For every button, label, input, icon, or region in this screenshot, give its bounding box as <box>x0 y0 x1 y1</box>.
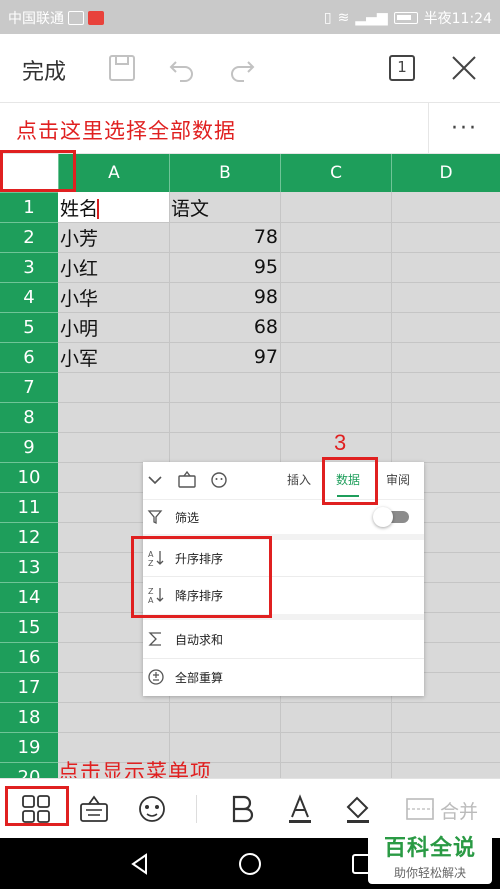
row-header[interactable]: 5 <box>0 312 58 342</box>
annotation-box-data-tab <box>322 457 378 505</box>
tab-insert[interactable]: 插入 <box>287 471 311 488</box>
cell-score[interactable]: 95 <box>169 252 280 282</box>
row-header[interactable]: 14 <box>0 582 58 612</box>
keyboard-icon[interactable] <box>78 793 110 825</box>
grid-line <box>58 732 500 733</box>
watermark-title: 百科全说 <box>383 836 476 861</box>
assistant-icon[interactable] <box>136 793 168 825</box>
top-toolbar: 完成 1 <box>0 34 500 102</box>
cell-score[interactable]: 98 <box>169 282 280 312</box>
row-header[interactable]: 11 <box>0 492 58 522</box>
sum-icon <box>148 632 161 646</box>
recalculate-icon <box>148 669 164 685</box>
merge-label[interactable]: 合并 <box>440 797 478 824</box>
grid-line <box>58 432 500 433</box>
weibo-icon <box>88 11 104 25</box>
menu-item-recalculate[interactable]: 全部重算 <box>143 659 424 696</box>
vibrate-icon: ▯ <box>323 10 332 26</box>
watermark-subtitle: 助你轻松解决 <box>393 866 466 880</box>
watermark-logo: 百科全说 助你轻松解决 <box>368 826 492 884</box>
assistant-icon[interactable] <box>209 470 229 490</box>
column-header-d[interactable]: D <box>391 154 500 192</box>
row-header[interactable]: 2 <box>0 222 58 252</box>
carrier-label: 中国联通 <box>8 11 64 27</box>
menu-item-filter[interactable]: 筛选 <box>143 500 424 534</box>
popup-tab-bar: 插入 数据 审阅 <box>143 462 424 500</box>
cell-a1-text[interactable]: 姓名 <box>58 192 169 222</box>
row-header[interactable]: 4 <box>0 282 58 312</box>
cell-name[interactable]: 小明 <box>58 312 169 342</box>
grid-line <box>58 702 500 703</box>
sheets-button[interactable]: 1 <box>386 52 418 84</box>
filter-label: 筛选 <box>175 510 200 525</box>
fill-color-icon[interactable] <box>342 793 374 825</box>
home-icon[interactable] <box>238 852 262 876</box>
signal-icon: ▂▄▆ <box>355 10 388 26</box>
row-header[interactable]: 16 <box>0 642 58 672</box>
menu-item-auto-sum[interactable]: 自动求和 <box>143 620 424 658</box>
annotation-box-select-all <box>0 150 76 192</box>
row-header[interactable]: 18 <box>0 702 58 732</box>
text-cursor <box>97 199 99 219</box>
row-header[interactable]: 3 <box>0 252 58 282</box>
column-header-c[interactable]: C <box>280 154 391 192</box>
row-header[interactable]: 17 <box>0 672 58 702</box>
annotation-box-sort <box>131 536 272 618</box>
merge-cells-icon[interactable] <box>404 793 436 825</box>
cell-name[interactable]: 小军 <box>58 342 169 372</box>
row-header[interactable]: 12 <box>0 522 58 552</box>
annotation-select-all: 点击这里选择全部数据 <box>16 119 236 143</box>
row-header[interactable]: 20 <box>0 762 58 778</box>
back-icon[interactable] <box>128 852 152 876</box>
row-header[interactable]: 10 <box>0 462 58 492</box>
tab-review[interactable]: 审阅 <box>386 471 410 488</box>
row-header[interactable]: 9 <box>0 432 58 462</box>
cell-b1[interactable]: 语文 <box>169 192 280 222</box>
cell-score[interactable]: 78 <box>169 222 280 252</box>
cell-score[interactable]: 68 <box>169 312 280 342</box>
grid-line <box>58 402 500 403</box>
battery-icon <box>393 12 418 24</box>
status-bar: 中国联通 ▯ ≋ ▂▄▆ 半夜11:24 <box>0 0 500 34</box>
clock: 半夜11:24 <box>423 11 492 27</box>
more-button[interactable]: ··· <box>428 103 500 153</box>
annotation-step-3: 3 <box>334 430 347 455</box>
row-header[interactable]: 7 <box>0 372 58 402</box>
wifi-icon: ≋ <box>337 10 350 26</box>
toolbar-divider <box>196 795 197 823</box>
grid-line <box>58 372 500 373</box>
cell-name[interactable]: 小芳 <box>58 222 169 252</box>
row-header[interactable]: 1 <box>0 192 58 222</box>
row-header[interactable]: 15 <box>0 612 58 642</box>
cell-score[interactable]: 97 <box>169 342 280 372</box>
formula-bar: 点击这里选择全部数据 ··· <box>0 102 500 154</box>
annotation-box-menu <box>5 786 69 826</box>
row-header[interactable]: 19 <box>0 732 58 762</box>
column-header-b[interactable]: B <box>169 154 280 192</box>
save-icon[interactable] <box>106 52 138 84</box>
row-header[interactable]: 6 <box>0 342 58 372</box>
undo-icon[interactable] <box>166 52 198 84</box>
notification-icon <box>68 11 84 25</box>
sheet-count: 1 <box>397 58 407 76</box>
cell-name[interactable]: 小红 <box>58 252 169 282</box>
auto-sum-label: 自动求和 <box>175 632 224 647</box>
cell-name[interactable]: 小华 <box>58 282 169 312</box>
close-icon[interactable] <box>448 52 480 84</box>
filter-toggle[interactable] <box>373 507 409 527</box>
chevron-down-icon[interactable] <box>145 470 165 490</box>
filter-icon <box>147 510 163 525</box>
keyboard-icon[interactable] <box>177 470 197 490</box>
row-header[interactable]: 13 <box>0 552 58 582</box>
recalculate-label: 全部重算 <box>175 671 224 685</box>
redo-icon[interactable] <box>226 52 258 84</box>
done-button[interactable]: 完成 <box>22 54 66 86</box>
font-color-icon[interactable] <box>284 793 316 825</box>
bold-icon[interactable] <box>226 793 258 825</box>
row-header[interactable]: 8 <box>0 402 58 432</box>
